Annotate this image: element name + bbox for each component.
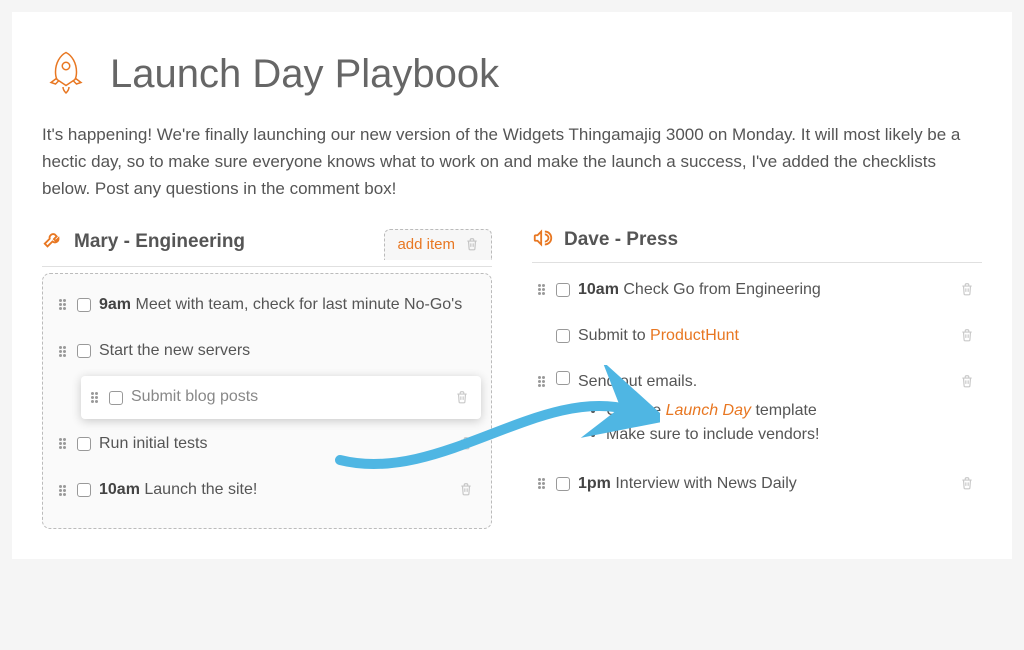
add-item-button[interactable]: add item xyxy=(397,236,455,253)
item-text: 10am Launch the site! xyxy=(99,479,451,501)
sub-bullet: Make sure to include vendors! xyxy=(606,424,952,446)
checkbox[interactable] xyxy=(556,371,570,385)
column-title-left: Mary - Engineering xyxy=(74,231,245,253)
item-text: Submit to ProductHunt xyxy=(578,325,952,347)
wrench-icon xyxy=(42,229,64,256)
trash-icon[interactable] xyxy=(960,475,976,493)
checkbox[interactable] xyxy=(77,344,91,358)
rocket-icon xyxy=(42,48,90,101)
page-header: Launch Day Playbook xyxy=(42,48,982,101)
checklist-item[interactable]: 10am Check Go from Engineering xyxy=(532,269,982,311)
checkbox[interactable] xyxy=(77,298,91,312)
checkbox[interactable] xyxy=(556,283,570,297)
checklist-columns: Mary - Engineering add item 9am Meet wit… xyxy=(42,227,982,529)
item-text: 10am Check Go from Engineering xyxy=(578,279,952,301)
trash-icon[interactable] xyxy=(465,236,481,254)
checklist-item[interactable]: Start the new servers xyxy=(53,330,481,372)
column-header-left: Mary - Engineering add item xyxy=(42,227,492,267)
drag-handle-icon[interactable] xyxy=(59,297,69,313)
item-text: Run initial tests xyxy=(99,433,451,455)
checklist-column-right: Dave - Press 10am Check Go from Engineer… xyxy=(532,227,982,529)
trash-icon[interactable] xyxy=(459,435,475,453)
column-title-right: Dave - Press xyxy=(564,229,678,251)
trash-icon[interactable] xyxy=(455,389,471,407)
bullhorn-icon xyxy=(532,227,554,254)
checklist-column-left: Mary - Engineering add item 9am Meet wit… xyxy=(42,227,492,529)
trash-icon[interactable] xyxy=(960,281,976,299)
intro-text: It's happening! We're finally launching … xyxy=(42,121,982,203)
checklist-right-body: 10am Check Go from Engineering Submit to… xyxy=(532,269,982,505)
trash-icon[interactable] xyxy=(960,327,976,345)
trash-icon[interactable] xyxy=(459,481,475,499)
item-text: Start the new servers xyxy=(99,340,475,362)
checklist-item-dragging[interactable]: Submit blog posts xyxy=(81,376,481,418)
checklist-item[interactable]: 9am Meet with team, check for last minut… xyxy=(53,284,481,326)
checkbox[interactable] xyxy=(556,477,570,491)
checkbox[interactable] xyxy=(556,329,570,343)
checkbox[interactable] xyxy=(77,483,91,497)
item-text: 9am Meet with team, check for last minut… xyxy=(99,294,475,316)
drag-handle-icon[interactable] xyxy=(538,373,548,389)
checklist-item[interactable]: 10am Launch the site! xyxy=(53,469,481,511)
drag-handle-icon[interactable] xyxy=(59,482,69,498)
drag-handle-icon[interactable] xyxy=(538,476,548,492)
checklist-item[interactable]: 1pm Interview with News Daily xyxy=(532,463,982,505)
checklist-item[interactable]: Run initial tests xyxy=(53,423,481,465)
drag-handle-icon[interactable] xyxy=(538,282,548,298)
checkbox[interactable] xyxy=(77,437,91,451)
sub-bullet: Use the Launch Day template xyxy=(606,400,952,422)
product-hunt-link[interactable]: ProductHunt xyxy=(650,327,739,344)
drag-handle-icon[interactable] xyxy=(91,390,101,406)
drag-handle-icon[interactable] xyxy=(59,436,69,452)
item-text: Send out emails. Use the Launch Day temp… xyxy=(578,371,952,448)
drag-handle-icon[interactable] xyxy=(59,343,69,359)
item-text: 1pm Interview with News Daily xyxy=(578,473,952,495)
checklist-left-body: 9am Meet with team, check for last minut… xyxy=(42,273,492,529)
page-card: Launch Day Playbook It's happening! We'r… xyxy=(12,12,1012,559)
add-item-wrap: add item xyxy=(384,229,492,260)
launch-day-template-link[interactable]: Launch Day xyxy=(666,402,751,419)
item-text: Submit blog posts xyxy=(131,386,447,408)
trash-icon[interactable] xyxy=(960,373,976,391)
checklist-item[interactable]: Submit to ProductHunt xyxy=(532,315,982,357)
column-header-right: Dave - Press xyxy=(532,227,982,263)
checkbox[interactable] xyxy=(109,391,123,405)
page-title: Launch Day Playbook xyxy=(110,52,499,97)
item-sub-bullets: Use the Launch Day template Make sure to… xyxy=(606,400,952,447)
checklist-item[interactable]: Send out emails. Use the Launch Day temp… xyxy=(532,361,982,458)
